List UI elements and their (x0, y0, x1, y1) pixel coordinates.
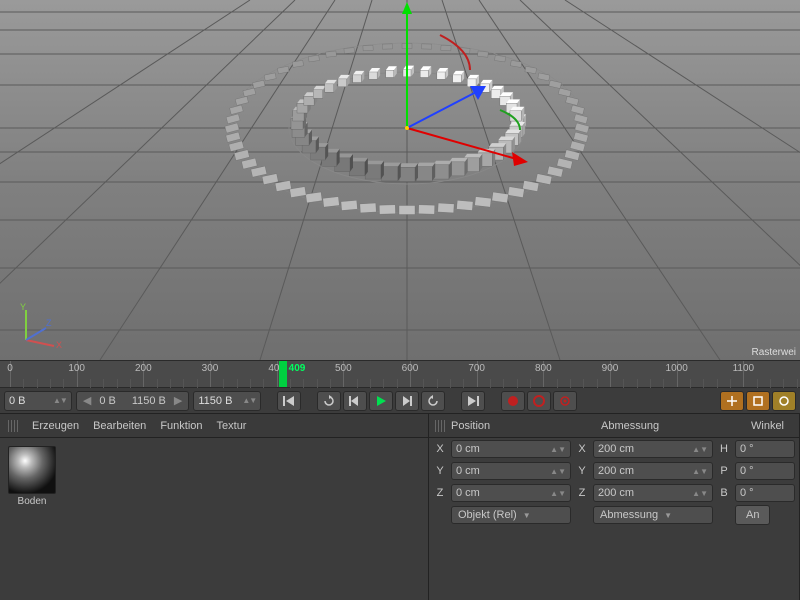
dimension-x-field[interactable]: 200 cm▲▼ (593, 440, 713, 458)
coord-row: Z 0 cm▲▼ Z 200 cm▲▼ B 0 ° (429, 482, 799, 504)
angle-p-field[interactable]: 0 ° (735, 462, 795, 480)
position-x-field[interactable]: 0 cm▲▼ (451, 440, 571, 458)
angle-key-label: B (717, 487, 731, 499)
material-panel: Erzeugen Bearbeiten Funktion Textur Bode… (0, 414, 429, 600)
menu-edit[interactable]: Bearbeiten (93, 420, 146, 432)
autokey-button[interactable] (527, 391, 551, 411)
key-selection-button[interactable] (553, 391, 577, 411)
start-frame-field[interactable]: 0 B▲▼ (4, 391, 72, 411)
angle-h-field[interactable]: 0 ° (735, 440, 795, 458)
lower-panels: Erzeugen Bearbeiten Funktion Textur Bode… (0, 414, 800, 600)
range-field[interactable]: ◀ 0 B 1150 B ▶ (76, 391, 190, 411)
viewport-3d[interactable]: Y X Z Rasterwei (0, 0, 800, 360)
dimension-mode-dropdown[interactable]: Abmessung▼ (593, 506, 713, 524)
goto-end-button[interactable] (461, 391, 485, 411)
header-position: Position (451, 420, 601, 432)
coord-row: Y 0 cm▲▼ Y 200 cm▲▼ P 0 ° (429, 460, 799, 482)
prev-frame-button[interactable] (343, 391, 367, 411)
position-z-field[interactable]: 0 cm▲▼ (451, 484, 571, 502)
panel-grip-icon[interactable] (435, 420, 445, 432)
apply-button[interactable]: An (735, 505, 770, 525)
record-button[interactable] (501, 391, 525, 411)
mode-dropdown[interactable]: Objekt (Rel)▼ (451, 506, 571, 524)
material-preview-icon (8, 446, 56, 494)
transport-bar: 0 B▲▼ ◀ 0 B 1150 B ▶ 1150 B▲▼ (0, 388, 800, 414)
axis-label: Y (433, 465, 447, 477)
coord-row: X 0 cm▲▼ X 200 cm▲▼ H 0 ° (429, 438, 799, 460)
next-frame-button[interactable] (395, 391, 419, 411)
svg-text:Y: Y (20, 302, 26, 312)
angle-key-label: H (717, 443, 731, 455)
viewport-status: Rasterwei (752, 347, 796, 358)
header-dimension: Abmessung (601, 420, 751, 432)
svg-text:X: X (56, 340, 62, 350)
coordinates-panel: Position Abmessung Winkel X 0 cm▲▼ X 200 cm… (429, 414, 800, 600)
loop-button[interactable] (317, 391, 341, 411)
viewport-scene (0, 0, 800, 360)
axis-label: Z (575, 487, 589, 499)
menu-create[interactable]: Erzeugen (32, 420, 79, 432)
goto-start-button[interactable] (277, 391, 301, 411)
angle-key-label: P (717, 465, 731, 477)
angle-b-field[interactable]: 0 ° (735, 484, 795, 502)
scale-tool-button[interactable] (746, 391, 770, 411)
rotate-tool-button[interactable] (772, 391, 796, 411)
axis-label: Y (575, 465, 589, 477)
material-menubar: Erzeugen Bearbeiten Funktion Textur (0, 414, 428, 438)
menu-texture[interactable]: Textur (217, 420, 247, 432)
end-frame-field[interactable]: 1150 B▲▼ (193, 391, 261, 411)
timeline-ruler[interactable]: 010020030040050060070080090010001100409 (0, 360, 800, 388)
panel-grip-icon[interactable] (8, 420, 18, 432)
dimension-y-field[interactable]: 200 cm▲▼ (593, 462, 713, 480)
axis-label: Z (433, 487, 447, 499)
play-button[interactable] (369, 391, 393, 411)
material-item[interactable]: Boden (8, 446, 56, 507)
material-name: Boden (8, 496, 56, 507)
dimension-z-field[interactable]: 200 cm▲▼ (593, 484, 713, 502)
axis-label: X (433, 443, 447, 455)
position-y-field[interactable]: 0 cm▲▼ (451, 462, 571, 480)
loop-forward-button[interactable] (421, 391, 445, 411)
svg-text:Z: Z (46, 318, 52, 328)
header-angle: Winkel (751, 420, 784, 432)
menu-function[interactable]: Funktion (160, 420, 202, 432)
axis-gizmo-corner: Y X Z (16, 302, 64, 350)
axis-label: X (575, 443, 589, 455)
move-tool-button[interactable] (720, 391, 744, 411)
